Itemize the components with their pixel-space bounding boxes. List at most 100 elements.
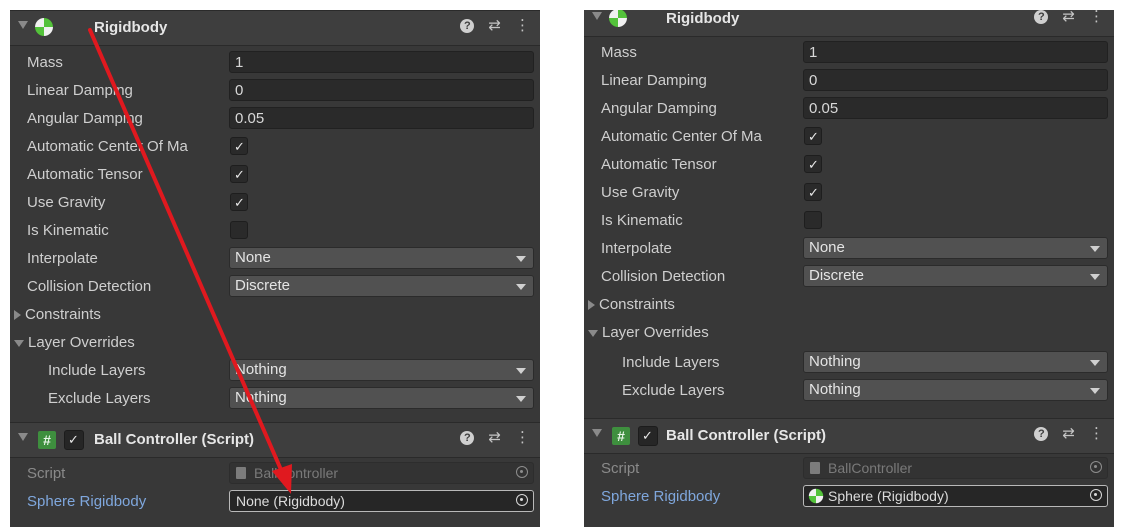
dropdown-value: Nothing [235, 389, 287, 406]
more-menu-icon[interactable]: ⋮ [515, 18, 530, 33]
dropdown-value: None [235, 249, 271, 266]
linear-damping-input[interactable]: 0 [803, 69, 1108, 91]
dropdown-value: Nothing [235, 361, 287, 378]
checkmark-icon: ✓ [234, 139, 245, 154]
field-label: Linear Damping [27, 82, 133, 99]
collapse-triangle-icon[interactable] [592, 12, 602, 20]
field-label: Use Gravity [601, 184, 680, 201]
is-kinematic-checkbox[interactable] [804, 211, 822, 229]
mass-input[interactable]: 1 [803, 41, 1108, 63]
component-enabled-checkbox[interactable]: ✓ [638, 426, 658, 446]
object-field-value: Sphere (Rigidbody) [828, 488, 949, 504]
rigidbody-icon [609, 10, 627, 27]
field-label: Exclude Layers [48, 390, 151, 407]
dropdown-arrow-icon [1090, 274, 1100, 280]
script-file-icon [810, 462, 820, 474]
include-layers-dropdown[interactable]: Nothing [803, 351, 1108, 373]
dropdown-arrow-icon [1090, 246, 1100, 252]
help-icon[interactable]: ? [460, 19, 475, 33]
auto-tensor-row: Automatic Tensor ✓ [584, 151, 1114, 179]
dropdown-value: None [809, 239, 845, 256]
exclude-layers-dropdown[interactable]: Nothing [229, 387, 534, 409]
checkmark-icon: ✓ [68, 432, 79, 447]
field-label: Include Layers [622, 354, 720, 371]
is-kinematic-row: Is Kinematic [584, 207, 1114, 235]
include-layers-dropdown[interactable]: Nothing [229, 359, 534, 381]
preset-icon[interactable]: ⇄ [488, 430, 501, 445]
auto-tensor-checkbox[interactable]: ✓ [804, 155, 822, 173]
collision-detection-dropdown[interactable]: Discrete [803, 265, 1108, 287]
linear-damping-row: Linear Damping 0 [584, 67, 1114, 95]
component-enabled-checkbox[interactable]: ✓ [64, 430, 84, 450]
csharp-script-icon: # [38, 431, 56, 449]
sphere-rigidbody-field[interactable]: None (Rigidbody) [229, 490, 534, 512]
auto-center-checkbox[interactable]: ✓ [230, 137, 248, 155]
interpolate-row: Interpolate None [10, 245, 540, 273]
dropdown-value: Discrete [809, 267, 865, 284]
field-label: Automatic Tensor [601, 156, 717, 173]
use-gravity-checkbox[interactable]: ✓ [230, 193, 248, 211]
auto-center-checkbox[interactable]: ✓ [804, 127, 822, 145]
checkmark-icon: ✓ [808, 157, 819, 172]
component-title: Ball Controller (Script) [666, 427, 827, 444]
more-menu-icon[interactable]: ⋮ [515, 430, 530, 445]
layer-overrides-foldout[interactable]: Layer Overrides [584, 319, 1114, 347]
checkmark-icon: ✓ [808, 129, 819, 144]
preset-icon[interactable]: ⇄ [1062, 10, 1075, 24]
field-label: Mass [27, 54, 63, 71]
field-label: Automatic Tensor [27, 166, 143, 183]
object-picker-icon[interactable] [516, 494, 528, 506]
dropdown-value: Nothing [809, 381, 861, 398]
collapse-triangle-icon[interactable] [18, 433, 28, 441]
exclude-layers-row: Exclude Layers Nothing [584, 377, 1114, 405]
linear-damping-input[interactable]: 0 [229, 79, 534, 101]
exclude-layers-dropdown[interactable]: Nothing [803, 379, 1108, 401]
field-label: Is Kinematic [27, 222, 109, 239]
field-label: Angular Damping [601, 100, 717, 117]
collapse-triangle-icon[interactable] [592, 429, 602, 437]
csharp-script-icon: # [612, 427, 630, 445]
auto-tensor-checkbox[interactable]: ✓ [230, 165, 248, 183]
collapse-triangle-icon[interactable] [18, 21, 28, 29]
angular-damping-input[interactable]: 0.05 [229, 107, 534, 129]
rigidbody-component-header[interactable]: Rigidbody ? ⇄ ⋮ [584, 10, 1114, 37]
mass-row: Mass 1 [584, 39, 1114, 67]
help-icon[interactable]: ? [460, 431, 475, 445]
collapse-triangle-icon [588, 329, 598, 337]
more-menu-icon[interactable]: ⋮ [1089, 426, 1104, 441]
interpolate-dropdown[interactable]: None [229, 247, 534, 269]
angular-damping-input[interactable]: 0.05 [803, 97, 1108, 119]
constraints-foldout[interactable]: Constraints [584, 291, 1114, 319]
field-label: Interpolate [27, 250, 98, 267]
preset-icon[interactable]: ⇄ [1062, 426, 1075, 441]
help-icon[interactable]: ? [1034, 427, 1049, 441]
field-label: Use Gravity [27, 194, 106, 211]
expand-triangle-icon [14, 310, 21, 321]
field-label: Automatic Center Of Ma [27, 138, 188, 155]
preset-icon[interactable]: ⇄ [488, 18, 501, 33]
layer-overrides-foldout[interactable]: Layer Overrides [10, 329, 540, 357]
component-title: Rigidbody [94, 19, 168, 36]
script-component-header[interactable]: # ✓ Ball Controller (Script) ? ⇄ ⋮ [10, 422, 540, 458]
auto-center-row: Automatic Center Of Ma ✓ [10, 133, 540, 161]
inspector-panel-before: Rigidbody ? ⇄ ⋮ Mass 1 Linear Damping 0 … [10, 10, 540, 527]
object-picker-icon[interactable] [1090, 489, 1102, 501]
mass-input[interactable]: 1 [229, 51, 534, 73]
more-menu-icon[interactable]: ⋮ [1089, 10, 1104, 24]
collision-detection-dropdown[interactable]: Discrete [229, 275, 534, 297]
foldout-label: Constraints [25, 306, 101, 323]
use-gravity-checkbox[interactable]: ✓ [804, 183, 822, 201]
include-layers-row: Include Layers Nothing [10, 357, 540, 385]
checkmark-icon: ✓ [234, 167, 245, 182]
field-label: Interpolate [601, 240, 672, 257]
field-label: Automatic Center Of Ma [601, 128, 762, 145]
script-component-header[interactable]: # ✓ Ball Controller (Script) ? ⇄ ⋮ [584, 418, 1114, 454]
dropdown-arrow-icon [1090, 388, 1100, 394]
help-icon[interactable]: ? [1034, 10, 1049, 24]
is-kinematic-checkbox[interactable] [230, 221, 248, 239]
rigidbody-component-header[interactable]: Rigidbody ? ⇄ ⋮ [10, 10, 540, 46]
constraints-foldout[interactable]: Constraints [10, 301, 540, 329]
dropdown-arrow-icon [1090, 360, 1100, 366]
sphere-rigidbody-field[interactable]: Sphere (Rigidbody) [803, 485, 1108, 507]
interpolate-dropdown[interactable]: None [803, 237, 1108, 259]
